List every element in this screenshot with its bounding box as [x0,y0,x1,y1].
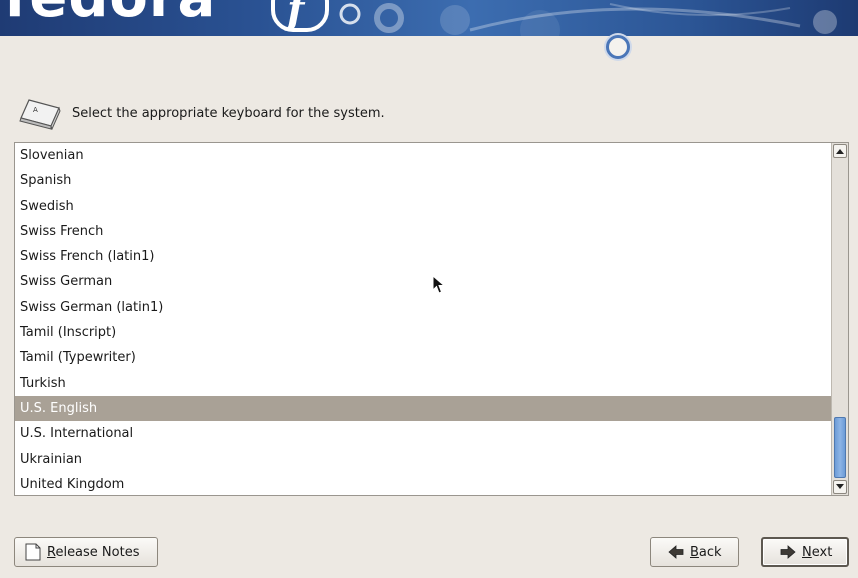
prompt-text: Select the appropriate keyboard for the … [72,105,385,121]
fedora-logo-text: fedora [4,0,216,26]
keyboard-key-icon: A [19,99,61,130]
progress-ring-icon [606,35,630,59]
prompt-row: A Select the appropriate keyboard for th… [15,96,385,130]
list-item[interactable]: Swiss French [15,219,832,244]
list-item[interactable]: Turkish [15,371,832,396]
svg-text:A: A [33,106,38,114]
list-item[interactable]: Tamil (Typewriter) [15,345,832,370]
scrollbar-thumb[interactable] [834,417,846,478]
list-item[interactable]: U.S. English [15,395,832,422]
next-button[interactable]: Next [761,537,849,567]
header-banner: fedora f [0,0,858,36]
arrow-up-icon [836,149,844,154]
scroll-down-button[interactable] [833,480,847,494]
fedora-logo-icon: f [271,0,329,32]
scroll-up-button[interactable] [833,144,847,158]
list-item[interactable]: Tamil (Inscript) [15,320,832,345]
list-item[interactable]: Swiss German [15,269,832,294]
arrow-down-icon [836,484,844,489]
release-notes-label: Release Notes [47,544,140,560]
list-item[interactable]: United Kingdom [15,472,832,495]
list-item[interactable]: Swiss French (latin1) [15,244,832,269]
list-item[interactable]: U.S. International [15,421,832,446]
vertical-scrollbar[interactable] [831,143,848,495]
keyboard-list-items[interactable]: Slovenian Spanish Swedish Swiss French Swiss… [15,143,832,495]
list-item[interactable]: Swiss German (latin1) [15,295,832,320]
list-item[interactable]: Swedish [15,194,832,219]
document-icon [25,543,41,561]
back-label: Back [690,544,722,560]
arrow-left-icon [668,545,684,559]
back-button[interactable]: Back [650,537,739,567]
list-item[interactable]: Ukrainian [15,447,832,472]
arrow-right-icon [780,545,796,559]
list-item[interactable]: Slovenian [15,143,832,168]
next-label: Next [802,544,833,560]
keyboard-list[interactable]: Slovenian Spanish Swedish Swiss French Swiss… [14,142,849,496]
list-item[interactable]: Spanish [15,168,832,193]
mouse-cursor-icon [432,275,446,294]
release-notes-button[interactable]: Release Notes [14,537,158,567]
